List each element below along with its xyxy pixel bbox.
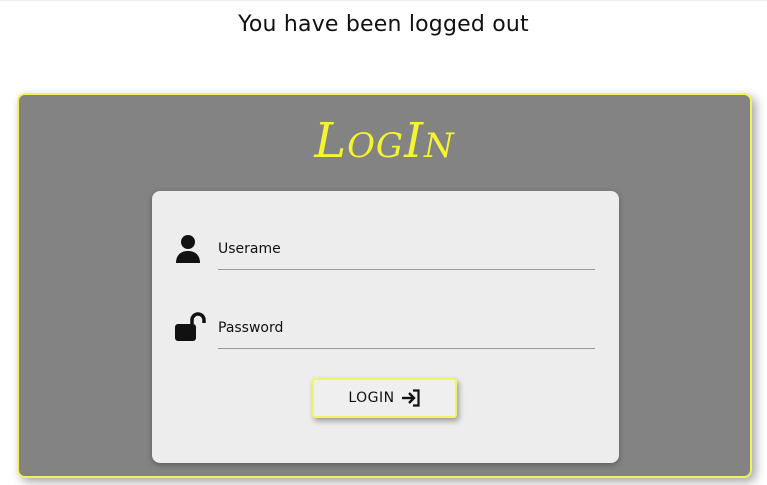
unlock-icon <box>174 312 206 344</box>
login-button-label: LOGIN <box>348 390 395 406</box>
page: You have been logged out LogIn Userame P… <box>0 0 767 485</box>
password-underline <box>218 348 595 349</box>
logout-message: You have been logged out <box>238 12 529 37</box>
password-field[interactable]: Password <box>174 312 595 352</box>
top-divider <box>0 0 767 1</box>
username-field[interactable]: Userame <box>174 233 595 273</box>
sign-in-icon <box>401 389 421 407</box>
login-panel: LogIn Userame Password LOGIN <box>17 93 752 478</box>
login-card: Userame Password LOGIN <box>152 191 619 463</box>
username-label: Userame <box>218 241 281 257</box>
user-icon <box>174 233 202 265</box>
login-title: LogIn <box>314 113 455 169</box>
password-label: Password <box>218 320 284 336</box>
username-underline <box>218 269 595 270</box>
login-button[interactable]: LOGIN <box>312 378 457 418</box>
